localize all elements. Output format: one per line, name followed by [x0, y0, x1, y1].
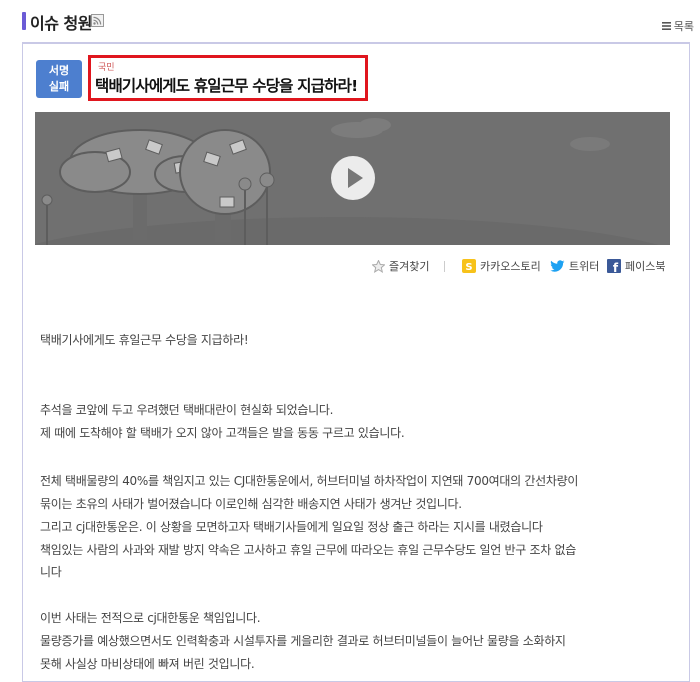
svg-text:f: f — [613, 261, 619, 273]
petition-category: 국민 — [98, 63, 115, 73]
content-line: 책임있는 사람의 사과와 재발 방지 약속은 고사하고 휴일 근무에 따라오는 … — [40, 543, 577, 557]
content-line: 묶이는 초유의 사태가 벌어졌습니다 이로인해 심각한 배송지연 사태가 생겨난… — [40, 497, 462, 511]
facebook-share[interactable]: f 페이스북 — [607, 258, 665, 274]
list-icon — [661, 22, 671, 30]
kakaostory-icon: S — [462, 259, 476, 273]
twitter-icon — [550, 259, 565, 272]
petition-title-box: 국민 택배기사에게도 휴일근무 수당을 지급하라! — [88, 55, 368, 101]
rss-icon[interactable] — [91, 14, 104, 27]
content-line: 그리고 cj대한통운은. 이 상황을 모면하고자 택배기사들에게 일요일 정상 … — [40, 520, 543, 534]
kakaostory-label: 카카오스토리 — [480, 260, 541, 273]
status-badge: 서명 실패 — [36, 60, 82, 98]
content-line: 추석을 코앞에 두고 우려했던 택배대란이 현실화 되었습니다. — [40, 403, 334, 417]
section-header: 이슈 청원 목록 — [0, 0, 700, 42]
favorite-label: 즐겨찾기 — [389, 260, 430, 273]
badge-line1: 서명 — [48, 64, 70, 77]
content-line: 택배기사에게도 휴일근무 수당을 지급하라! — [40, 333, 249, 347]
play-button[interactable] — [331, 156, 375, 200]
badge-line2: 실패 — [48, 80, 70, 93]
share-divider — [444, 261, 445, 272]
content-line: 못해 사실상 마비상태에 빠져 버린 것입니다. — [40, 657, 255, 671]
star-icon — [372, 259, 385, 273]
content-line: 물량증가를 예상했으면서도 인력확충과 시설투자를 게을리한 결과로 허브터미널… — [40, 634, 566, 648]
list-label: 목록 — [673, 20, 694, 33]
share-bar: 즐겨찾기 S 카카오스토리 트위터 f 페이스북 — [0, 258, 700, 276]
content-line: 니다 — [40, 565, 62, 579]
section-title: 이슈 청원 — [30, 14, 92, 33]
favorite-button[interactable]: 즐겨찾기 — [372, 258, 429, 274]
petition-title: 택배기사에게도 휴일근무 수당을 지급하라! — [95, 77, 358, 95]
twitter-share[interactable]: 트위터 — [550, 258, 599, 274]
header-accent-bar — [22, 12, 26, 30]
kakaostory-share[interactable]: S 카카오스토리 — [462, 258, 541, 274]
facebook-icon: f — [607, 259, 621, 273]
svg-text:S: S — [465, 262, 472, 273]
facebook-label: 페이스북 — [625, 260, 666, 273]
play-icon — [348, 168, 363, 188]
content-line: 전체 택배물량의 40%를 책임지고 있는 CJ대한통운에서, 허브터미널 하차… — [40, 474, 579, 488]
content-line: 이번 사태는 전적으로 cj대한통운 책임입니다. — [40, 611, 261, 625]
list-link[interactable]: 목록 — [661, 18, 694, 34]
content-line: 제 때에 도착해야 할 택배가 오지 않아 고객들은 발을 동동 구르고 있습니… — [40, 426, 405, 440]
twitter-label: 트위터 — [569, 260, 600, 273]
